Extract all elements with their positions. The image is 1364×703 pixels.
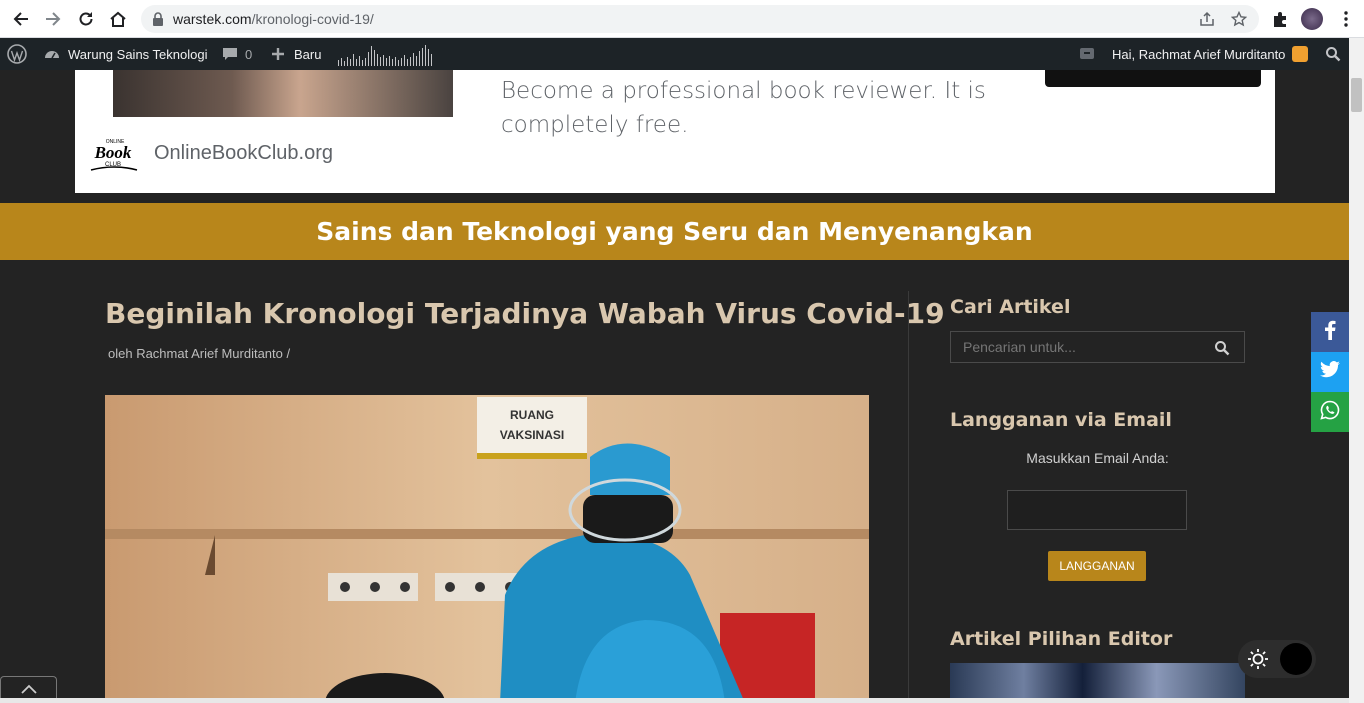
chevron-up-icon: [20, 681, 37, 699]
ad-image[interactable]: [113, 70, 453, 117]
article-byline: oleh Rachmat Arief Murditanto /: [108, 346, 291, 361]
onlinebookclub-logo: ONLINE Book CLUB: [87, 136, 141, 176]
back-icon[interactable]: [11, 9, 31, 29]
comments-count[interactable]: 0: [245, 38, 252, 70]
reload-icon[interactable]: [76, 9, 96, 29]
search-input[interactable]: [951, 332, 1201, 362]
email-heading: Langganan via Email: [950, 409, 1172, 431]
user-avatar[interactable]: [1292, 38, 1308, 70]
share-icon[interactable]: [1199, 11, 1215, 27]
subscribe-button[interactable]: LANGGANAN: [1048, 551, 1146, 581]
site-tagline-banner: Sains dan Teknologi yang Seru dan Menyen…: [0, 203, 1349, 260]
ad-site-name[interactable]: OnlineBookClub.org: [154, 142, 333, 165]
user-greeting[interactable]: Hai, Rachmat Arief Murditanto: [1112, 38, 1285, 70]
svg-text:VAKSINASI: VAKSINASI: [500, 428, 564, 442]
svg-text:Book: Book: [94, 143, 132, 162]
search-heading: Cari Artikel: [950, 296, 1071, 318]
plus-icon[interactable]: [271, 38, 285, 70]
notification-icon[interactable]: [1078, 38, 1096, 70]
comments-icon[interactable]: [222, 38, 238, 70]
advertisement[interactable]: Become a professional book reviewer. It …: [75, 70, 1275, 193]
wordpress-icon[interactable]: [7, 38, 27, 70]
editor-pick-thumbnail[interactable]: [950, 663, 1245, 703]
url-text: warstek.com/kronologi-covid-19/: [173, 11, 374, 27]
address-bar[interactable]: warstek.com/kronologi-covid-19/: [141, 5, 1259, 33]
dark-mode-toggle[interactable]: [1238, 640, 1316, 678]
facebook-share-button[interactable]: [1311, 312, 1349, 352]
search-box: [950, 331, 1245, 363]
article-featured-image: RUANG VAKSINASI: [105, 395, 869, 703]
scrollbar-thumb[interactable]: [1351, 78, 1362, 112]
whatsapp-icon: [1320, 400, 1340, 425]
new-content-link[interactable]: Baru: [294, 38, 321, 70]
twitter-share-button[interactable]: [1311, 352, 1349, 392]
site-name-link[interactable]: Warung Sains Teknologi: [68, 38, 207, 70]
search-submit-icon[interactable]: [1214, 340, 1230, 356]
content-divider: [908, 291, 909, 703]
menu-kebab-icon[interactable]: [1337, 10, 1355, 28]
editor-picks-heading: Artikel Pilihan Editor: [950, 628, 1173, 650]
ad-cta-button[interactable]: [1045, 70, 1261, 87]
ad-tagline[interactable]: Become a professional book reviewer. It …: [501, 74, 1001, 142]
profile-avatar[interactable]: [1301, 8, 1323, 30]
extensions-icon[interactable]: [1271, 10, 1289, 28]
horizontal-scrollbar[interactable]: [0, 698, 1349, 703]
search-icon[interactable]: [1325, 38, 1341, 70]
lock-icon[interactable]: [151, 11, 167, 27]
wp-admin-bar: Warung Sains Teknologi 0 Baru Hai, Rachm…: [0, 38, 1364, 70]
bookmark-star-icon[interactable]: [1230, 10, 1248, 27]
stats-sparkline-icon[interactable]: [337, 38, 434, 70]
svg-text:RUANG: RUANG: [510, 408, 554, 422]
toggle-knob: [1280, 643, 1312, 675]
email-label: Masukkan Email Anda:: [1026, 450, 1169, 466]
forward-icon[interactable]: [43, 9, 63, 29]
dashboard-icon[interactable]: [43, 38, 61, 70]
article-title: Beginilah Kronologi Terjadinya Wabah Vir…: [105, 297, 945, 330]
facebook-icon: [1323, 320, 1337, 345]
whatsapp-share-button[interactable]: [1311, 392, 1349, 432]
email-field[interactable]: [1007, 490, 1187, 530]
tagline-text: Sains dan Teknologi yang Seru dan Menyen…: [316, 217, 1033, 246]
home-icon[interactable]: [108, 9, 128, 29]
sun-icon: [1248, 649, 1268, 669]
page-scrollbar[interactable]: [1349, 38, 1364, 703]
browser-toolbar: warstek.com/kronologi-covid-19/: [0, 0, 1364, 38]
twitter-icon: [1320, 361, 1340, 383]
